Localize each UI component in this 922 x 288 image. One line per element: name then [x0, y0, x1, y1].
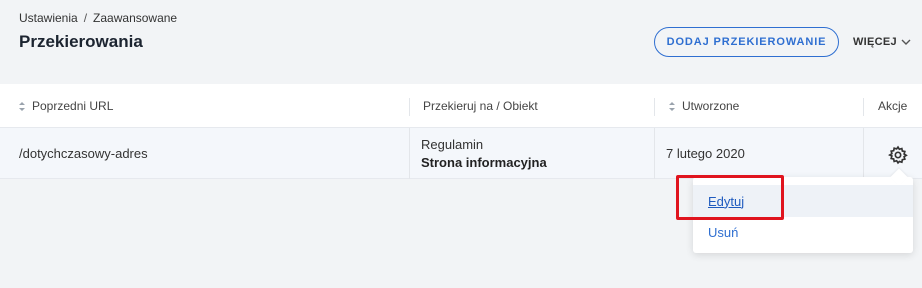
add-redirect-button[interactable]: DODAJ PRZEKIEROWANIE: [654, 27, 839, 57]
more-menu-button[interactable]: WIĘCEJ: [853, 36, 911, 48]
column-label: Utworzone: [682, 99, 740, 113]
sort-icon: [669, 101, 675, 111]
cell-divider: [863, 128, 864, 179]
breadcrumb: Ustawienia / Zaawansowane: [19, 11, 177, 25]
column-header-created[interactable]: Utworzone: [668, 84, 739, 128]
menu-item-edit[interactable]: Edytuj: [693, 185, 913, 217]
breadcrumb-item-advanced[interactable]: Zaawansowane: [93, 11, 177, 25]
redirect-type: Strona informacyjna: [421, 155, 547, 170]
previous-url-text: /dotychczasowy-adres: [19, 146, 148, 161]
table-header: Poprzedni URL Przekieruj na / Obiekt Utw…: [0, 84, 922, 128]
column-label: Poprzedni URL: [32, 99, 114, 113]
table-row: /dotychczasowy-adres Regulamin Strona in…: [0, 128, 922, 179]
breadcrumb-separator: /: [83, 11, 88, 25]
cell-previous-url[interactable]: /dotychczasowy-adres: [19, 128, 148, 179]
column-header-actions: Akcje: [878, 84, 907, 128]
cell-created: 7 lutego 2020: [666, 128, 745, 179]
column-divider: [654, 98, 655, 116]
chevron-down-icon: [901, 39, 911, 45]
column-header-previous-url[interactable]: Poprzedni URL: [18, 84, 113, 128]
column-label: Przekieruj na / Obiekt: [423, 99, 538, 113]
column-label: Akcje: [878, 99, 908, 113]
sort-icon: [19, 101, 25, 111]
cell-divider: [654, 128, 655, 179]
menu-item-label: Edytuj: [708, 193, 745, 209]
created-date: 7 lutego 2020: [666, 146, 745, 161]
cell-redirect-to: Regulamin Strona informacyjna: [421, 128, 547, 179]
redirects-table: Poprzedni URL Przekieruj na / Obiekt Utw…: [0, 84, 922, 179]
column-header-redirect-to: Przekieruj na / Obiekt: [423, 84, 538, 128]
gear-icon[interactable]: [888, 145, 908, 165]
column-divider: [863, 98, 864, 116]
column-divider: [409, 98, 410, 116]
more-label: WIĘCEJ: [853, 36, 897, 48]
redirect-title: Regulamin: [421, 137, 484, 152]
menu-item-label: Usuń: [708, 224, 739, 240]
page-title: Przekierowania: [19, 32, 143, 51]
actions-dropdown: Edytuj Usuń: [693, 168, 913, 253]
cell-divider: [409, 128, 410, 179]
menu-item-delete[interactable]: Usuń: [693, 216, 913, 248]
breadcrumb-item-settings[interactable]: Ustawienia: [19, 11, 78, 25]
